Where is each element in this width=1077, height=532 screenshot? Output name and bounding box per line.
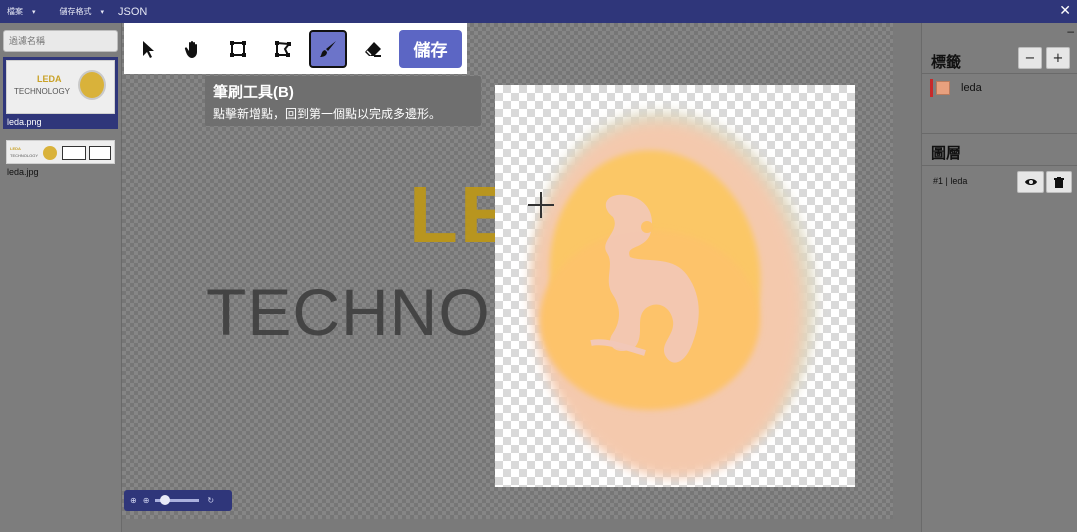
eraser-tool-button[interactable]	[354, 30, 392, 68]
file-name: leda.jpg	[7, 167, 39, 177]
minimize-panel-button[interactable]: –	[1067, 24, 1074, 38]
save-button[interactable]: 儲存	[399, 29, 462, 68]
thumb-text: LEDA	[10, 146, 21, 151]
brush-tool-tooltip: 筆刷工具(B) 點擊新增點，回到第一個點以完成多邊形。	[205, 76, 481, 126]
eraser-icon	[365, 41, 381, 57]
brush-tool-button[interactable]	[309, 29, 347, 68]
canvas-bottom-strip	[122, 519, 893, 532]
file-thumbnail: LEDA TECHNOLOGY	[6, 140, 115, 164]
chevron-down-icon: ▾	[32, 8, 36, 16]
tool-palette: 儲存	[124, 23, 467, 74]
label-indicator	[930, 79, 933, 97]
thumb-text: TECHNOLOGY	[10, 153, 39, 158]
file-item-leda-jpg[interactable]: LEDA TECHNOLOGY leda.jpg	[3, 137, 118, 179]
zoom-slider[interactable]	[155, 495, 200, 505]
label-item-leda[interactable]: leda	[930, 79, 982, 97]
layer-item[interactable]: #1 | leda	[933, 176, 967, 186]
divider	[922, 133, 1077, 134]
filter-name-input[interactable]	[3, 30, 118, 52]
hand-icon	[184, 40, 197, 58]
menu-save-format-label: 儲存格式	[59, 7, 92, 16]
thumb-text: TECHNOLOGY	[14, 87, 71, 96]
file-sidebar: LEDA TECHNOLOGY leda.png LEDA TECHNOLOGY…	[0, 23, 122, 532]
tooltip-title: 筆刷工具(B)	[213, 84, 294, 101]
logo-icon	[43, 146, 57, 160]
divider	[922, 73, 1077, 74]
bounding-box-tool-button[interactable]	[219, 30, 257, 68]
brush-preview-layer[interactable]	[495, 85, 855, 487]
polygon-icon	[275, 40, 291, 57]
tooltip-description: 點擊新增點，回到第一個點以完成多邊形。	[213, 107, 442, 121]
pan-tool-button[interactable]	[174, 30, 212, 68]
menu-save-format[interactable]: 儲存格式 ▾	[53, 0, 112, 23]
file-thumbnail: LEDA TECHNOLOGY	[6, 60, 115, 114]
trash-icon	[1054, 176, 1064, 188]
leda-logo-mask	[531, 110, 816, 478]
file-name: leda.png	[7, 117, 42, 127]
brush-icon	[320, 40, 336, 57]
file-item-leda-png[interactable]: LEDA TECHNOLOGY leda.png	[3, 57, 118, 129]
right-panel: – 標籤 − + leda 圖層 #1 | leda	[921, 23, 1077, 532]
label-color-swatch[interactable]	[936, 81, 950, 95]
divider	[922, 165, 1077, 166]
polygon-tool-button[interactable]	[264, 30, 302, 68]
remove-label-button[interactable]: −	[1018, 47, 1042, 69]
partner-logo-icon	[62, 146, 86, 160]
select-tool-button[interactable]	[129, 30, 167, 68]
labels-heading: 標籤	[931, 54, 962, 71]
thumb-text: LEDA	[37, 74, 62, 84]
menu-json[interactable]: JSON	[111, 0, 154, 23]
add-label-button[interactable]: +	[1046, 47, 1070, 69]
delete-layer-button[interactable]	[1046, 171, 1072, 193]
eye-icon	[1024, 179, 1037, 185]
partner-logo-icon	[89, 146, 111, 160]
zoom-out-icon[interactable]: ⊕	[143, 496, 150, 505]
label-name: leda	[961, 82, 982, 94]
logo-icon	[78, 70, 106, 100]
chevron-down-icon: ▾	[100, 8, 105, 16]
layers-heading: 圖層	[931, 145, 962, 162]
zoom-control-bar: ⊕ ⊕ ↻	[124, 490, 232, 511]
zoom-slider-handle[interactable]	[160, 495, 171, 505]
box-icon	[230, 40, 246, 57]
top-menu-bar: 檔案 ▾ 儲存格式 ▾ JSON ✕	[0, 0, 1077, 23]
close-icon[interactable]: ✕	[1059, 3, 1071, 19]
menu-file-label: 檔案	[7, 7, 23, 16]
zoom-in-icon[interactable]: ⊕	[130, 496, 137, 505]
reset-zoom-icon[interactable]: ↻	[207, 496, 214, 505]
pointer-icon	[143, 40, 154, 58]
crosshair-cursor-icon	[528, 192, 554, 218]
toggle-visibility-button[interactable]	[1017, 171, 1044, 193]
menu-file[interactable]: 檔案 ▾	[0, 0, 43, 23]
